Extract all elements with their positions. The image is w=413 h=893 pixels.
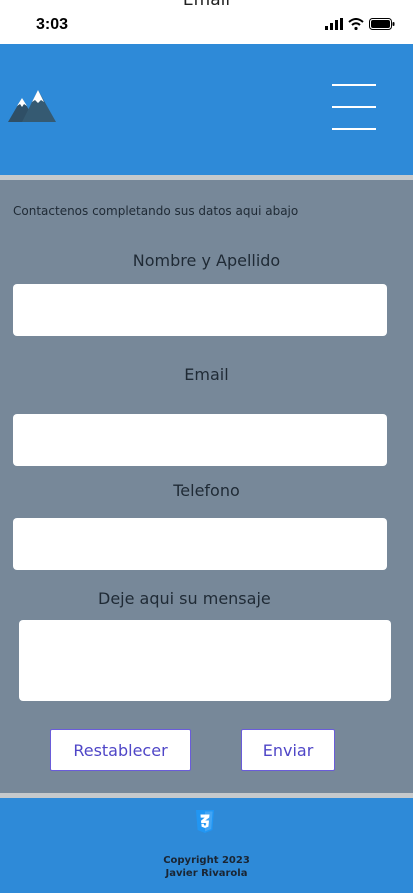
copyright-line-2: Javier Rivarola — [165, 868, 248, 879]
copyright-text: Copyright 2023 Javier Rivarola — [0, 854, 413, 880]
name-label: Nombre y Apellido — [132, 251, 281, 270]
cellular-signal-icon — [325, 18, 343, 30]
name-input[interactable] — [13, 284, 387, 336]
hamburger-menu-icon[interactable] — [332, 84, 376, 136]
wifi-icon — [348, 18, 364, 30]
css3-icon — [196, 810, 214, 833]
email-input[interactable] — [13, 414, 387, 466]
submit-button[interactable]: Enviar — [241, 729, 335, 771]
footer: Copyright 2023 Javier Rivarola — [0, 798, 413, 893]
status-icons — [325, 18, 395, 30]
contact-form: Contactenos completando sus datos aqui a… — [0, 180, 413, 793]
form-intro-text: Contactenos completando sus datos aqui a… — [13, 204, 299, 218]
mountain-logo-icon[interactable] — [8, 84, 58, 126]
status-time: 3:03 — [36, 16, 69, 33]
phone-label: Telefono — [173, 481, 240, 500]
app-header — [0, 44, 413, 175]
battery-icon — [369, 18, 395, 30]
message-textarea[interactable] — [19, 620, 391, 701]
reset-button[interactable]: Restablecer — [50, 729, 191, 771]
copyright-line-1: Copyright 2023 — [163, 855, 250, 866]
status-overflow-text: Email — [182, 0, 231, 10]
status-bar: Email 3:03 — [0, 0, 413, 44]
email-label: Email — [184, 365, 229, 384]
message-label: Deje aqui su mensaje — [98, 589, 271, 608]
phone-input[interactable] — [13, 518, 387, 570]
